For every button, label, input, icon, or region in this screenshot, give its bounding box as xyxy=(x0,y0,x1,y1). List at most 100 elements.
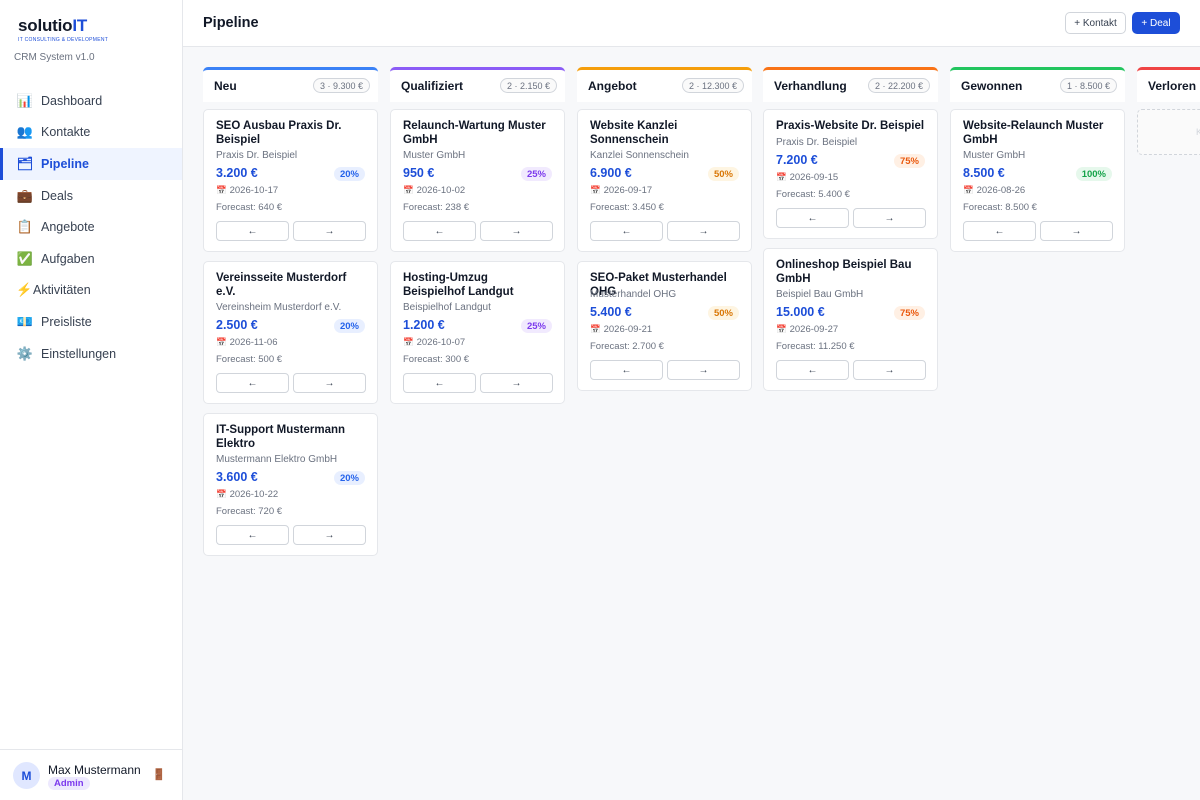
deal-close-date: 📅 2026-09-21 xyxy=(590,324,652,335)
deal-date-text: 2026-09-17 xyxy=(603,185,653,196)
move-right-button[interactable]: → xyxy=(667,360,740,380)
move-right-button[interactable]: → xyxy=(293,525,366,545)
deal-card[interactable]: SEO-Paket Musterhandel OHG Musterhandel O… xyxy=(577,261,752,391)
deal-title: Praxis-Website Dr. Beispiel xyxy=(776,120,925,132)
logout-icon[interactable]: 🚪 xyxy=(152,768,166,781)
probability-badge: 25% xyxy=(520,167,552,181)
folder-icon: 🗂 xyxy=(16,155,34,171)
column-header: Angebot 2 · 12.300 € xyxy=(577,67,752,102)
deal-card[interactable]: Relaunch-Wartung Muster GmbH Muster GmbH 9… xyxy=(390,109,565,252)
deal-close-date: 📅 2026-09-17 xyxy=(590,185,652,196)
sidebar-item-aktivitäten[interactable]: ⚡ Aktivitäten xyxy=(0,275,182,307)
user-role-badge: Admin xyxy=(48,777,90,790)
deal-forecast: Forecast: 2.700 € xyxy=(590,341,664,352)
sidebar-item-label: Pipeline xyxy=(41,156,89,171)
avatar[interactable]: M xyxy=(13,762,40,789)
deal-card[interactable]: Vereinsseite Musterdorf e.V. Vereinsheim … xyxy=(203,261,378,404)
sidebar-item-label: Dashboard xyxy=(41,93,103,108)
move-right-button[interactable]: → xyxy=(293,373,366,393)
forecast-label: Forecast: xyxy=(216,354,259,365)
column-title: Neu xyxy=(214,79,237,93)
move-left-button[interactable]: ← xyxy=(216,525,289,545)
deal-card[interactable]: Website-Relaunch Muster GmbH Muster GmbH 8… xyxy=(950,109,1125,252)
sidebar-nav: 📊 Dashboard 👥 Kontakte 🗂 Pipeline 💼 Deals 📋 Angeb… xyxy=(0,85,182,369)
deal-title: SEO Ausbau Praxis Dr. Beispiel xyxy=(216,120,342,146)
deal-card[interactable]: Website Kanzlei Sonnenschein Kanzlei Sonn… xyxy=(577,109,752,252)
calendar-icon: 📅 xyxy=(216,185,227,195)
logo[interactable]: solutioIT IT CONSULTING & DEVELOPMENT xyxy=(18,16,108,43)
move-right-button[interactable]: → xyxy=(293,221,366,241)
move-left-button[interactable]: ← xyxy=(776,208,849,228)
move-left-button[interactable]: ← xyxy=(590,221,663,241)
forecast-value: 5.400 € xyxy=(818,189,850,200)
move-right-button[interactable]: → xyxy=(853,208,926,228)
sidebar-item-dashboard[interactable]: 📊 Dashboard xyxy=(0,85,182,117)
move-right-button[interactable]: → xyxy=(1040,221,1113,241)
move-left-button[interactable]: ← xyxy=(963,221,1036,241)
deal-card[interactable]: Onlineshop Beispiel Bau GmbH Beispiel Bau… xyxy=(763,248,938,391)
deal-title: Website-Relaunch Muster GmbH xyxy=(963,120,1104,146)
probability-badge: 50% xyxy=(707,306,739,320)
column-count-badge: 2 · 12.300 € xyxy=(681,78,744,93)
deal-date-text: 2026-11-06 xyxy=(229,337,278,348)
column-count-badge: 2 · 22.200 € xyxy=(867,78,930,93)
column-count-badge: 3 · 9.300 € xyxy=(312,78,370,93)
move-right-button[interactable]: → xyxy=(853,360,926,380)
forecast-value: 2.700 € xyxy=(632,341,664,352)
sidebar-item-pipeline[interactable]: 🗂 Pipeline xyxy=(0,148,182,180)
add-contact-button[interactable]: + Kontakt xyxy=(1065,12,1126,34)
placeholder-text: K xyxy=(1196,127,1200,137)
deal-company: Muster GmbH xyxy=(963,150,1026,161)
pipeline-column-verhandlung: Verhandlung 2 · 22.200 € Praxis-Website Dr… xyxy=(763,67,938,391)
deal-close-date: 📅 2026-11-06 xyxy=(216,337,277,348)
sidebar-item-einstellungen[interactable]: ⚙️ Einstellungen xyxy=(0,338,182,370)
move-left-button[interactable]: ← xyxy=(776,360,849,380)
move-right-button[interactable]: → xyxy=(480,373,553,393)
move-left-button[interactable]: ← xyxy=(403,221,476,241)
calendar-icon: 📅 xyxy=(216,337,227,347)
move-left-button[interactable]: ← xyxy=(590,360,663,380)
deal-close-date: 📅 2026-10-22 xyxy=(216,489,278,500)
move-left-button[interactable]: ← xyxy=(216,373,289,393)
deal-value: 950 € xyxy=(403,166,435,180)
probability-badge: 20% xyxy=(333,471,365,485)
sidebar-item-preisliste[interactable]: 💶 Preisliste xyxy=(0,306,182,338)
pipeline-board: Neu 3 · 9.300 € SEO Ausbau Praxis Dr. Beis… xyxy=(183,47,1200,800)
add-deal-button[interactable]: + Deal xyxy=(1132,12,1180,34)
forecast-label: Forecast: xyxy=(590,202,633,213)
sidebar-item-kontakte[interactable]: 👥 Kontakte xyxy=(0,117,182,149)
sidebar-item-aufgaben[interactable]: ✅ Aufgaben xyxy=(0,243,182,275)
deal-title: Vereinsseite Musterdorf e.V. xyxy=(216,272,347,298)
calendar-icon: 📅 xyxy=(776,324,787,334)
deal-value: 8.500 € xyxy=(963,166,1005,180)
forecast-value: 238 € xyxy=(445,202,470,213)
logo-subtitle: IT CONSULTING & DEVELOPMENT xyxy=(18,37,109,43)
move-right-button[interactable]: → xyxy=(667,221,740,241)
sidebar-item-label: Preisliste xyxy=(41,314,92,329)
deal-value: 3.600 € xyxy=(216,470,258,484)
deal-card[interactable]: Hosting-Umzug Beispielhof Landgut Beispie… xyxy=(390,261,565,404)
bar-chart-icon: 📊 xyxy=(16,92,34,108)
probability-badge: 75% xyxy=(893,306,925,320)
probability-badge: 75% xyxy=(893,154,925,168)
deal-close-date: 📅 2026-10-02 xyxy=(403,185,465,196)
deal-value: 7.200 € xyxy=(776,153,818,167)
checkmark-icon: ✅ xyxy=(16,250,34,266)
deal-card[interactable]: Praxis-Website Dr. Beispiel Praxis Dr. Be… xyxy=(763,109,938,239)
deal-company: Kanzlei Sonnenschein xyxy=(590,150,689,161)
move-left-button[interactable]: ← xyxy=(216,221,289,241)
deal-date-text: 2026-10-17 xyxy=(229,185,279,196)
column-title: Angebot xyxy=(588,79,637,93)
sidebar-item-angebote[interactable]: 📋 Angebote xyxy=(0,211,182,243)
deal-company: Muster GmbH xyxy=(403,150,466,161)
forecast-value: 300 € xyxy=(445,354,470,365)
deal-date-text: 2026-08-26 xyxy=(976,185,1026,196)
deal-close-date: 📅 2026-09-27 xyxy=(776,324,838,335)
move-left-button[interactable]: ← xyxy=(403,373,476,393)
deal-card[interactable]: IT-Support Mustermann Elektro Mustermann … xyxy=(203,413,378,556)
move-right-button[interactable]: → xyxy=(480,221,553,241)
deal-card[interactable]: SEO Ausbau Praxis Dr. Beispiel Praxis Dr.… xyxy=(203,109,378,252)
forecast-label: Forecast: xyxy=(776,341,819,352)
deal-date-text: 2026-09-27 xyxy=(789,324,839,335)
sidebar-item-deals[interactable]: 💼 Deals xyxy=(0,180,182,212)
